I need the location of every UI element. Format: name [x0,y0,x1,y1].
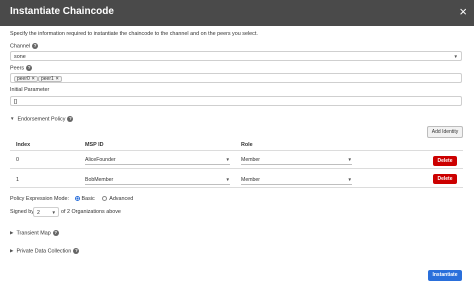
close-icon[interactable]: × [459,4,467,20]
triangle-down-icon: ▼ [10,116,15,122]
chevron-down-icon: ▼ [51,210,56,215]
help-icon[interactable]: ? [32,43,39,49]
peers-multiselect[interactable]: peer0 × peer1 × [10,73,462,83]
triangle-right-icon: ▶ [10,248,14,254]
row-index: 1 [16,177,19,183]
dialog-header: Instantiate Chaincode × [0,0,474,26]
remove-chip-icon[interactable]: × [56,76,59,82]
column-header-index: Index [16,142,31,148]
help-icon[interactable]: ? [52,230,59,236]
help-icon[interactable]: ? [26,65,33,71]
delete-button[interactable]: Delete [433,156,457,166]
role-select[interactable]: Member ▼ [241,155,352,165]
divider [10,168,463,169]
chevron-down-icon: ▼ [347,157,352,162]
peers-label: Peers? [10,65,33,72]
radio-advanced[interactable]: Advanced [102,196,133,202]
chevron-down-icon: ▼ [225,177,230,182]
triangle-right-icon: ▶ [10,230,14,236]
chevron-down-icon: ▼ [453,54,458,59]
initial-parameter-value: [] [14,98,17,105]
delete-button[interactable]: Delete [433,174,457,184]
divider [10,187,463,188]
transient-map-toggle[interactable]: ▶ Transient Map? [10,230,59,236]
peer-chip: peer0 × [14,75,38,82]
role-select[interactable]: Member ▼ [241,175,352,185]
peer-chip: peer1 × [38,75,62,82]
chevron-down-icon: ▼ [225,157,230,162]
policy-mode-row: Policy Expression Mode: Basic Advanced [10,196,133,202]
divider [10,150,463,151]
signed-by-suffix: of 2 Organizations above [61,209,121,215]
initial-parameter-input[interactable]: [] [10,96,462,106]
policy-mode-label: Policy Expression Mode: [10,196,70,202]
help-icon[interactable]: ? [67,116,74,122]
instantiate-button[interactable]: Instantiate [428,270,462,281]
msp-id-select[interactable]: BobMember ▼ [85,175,230,185]
dialog-description: Specify the information required to inst… [10,31,258,37]
row-index: 0 [16,157,19,163]
column-header-role: Role [241,142,253,148]
msp-id-select[interactable]: AliceFounder ▼ [85,155,230,165]
signed-by-select[interactable]: 2 ▼ [33,207,59,217]
remove-chip-icon[interactable]: × [32,76,35,82]
help-icon[interactable]: ? [73,248,80,254]
endorsement-policy-toggle[interactable]: ▼ Endorsement Policy? [10,116,74,122]
channel-label: Channel? [10,43,39,50]
initial-parameter-label: Initial Parameter [10,87,50,93]
private-data-collection-toggle[interactable]: ▶ Private Data Collection? [10,248,80,254]
add-identity-button[interactable]: Add Identity [427,126,463,138]
signed-by-label: Signed by [10,209,34,215]
chevron-down-icon: ▼ [347,177,352,182]
dialog-title: Instantiate Chaincode [10,6,114,17]
channel-value: sone [14,53,26,60]
channel-select[interactable]: sone ▼ [10,51,462,61]
column-header-msp-id: MSP ID [85,142,104,148]
radio-basic[interactable]: Basic [74,196,95,202]
